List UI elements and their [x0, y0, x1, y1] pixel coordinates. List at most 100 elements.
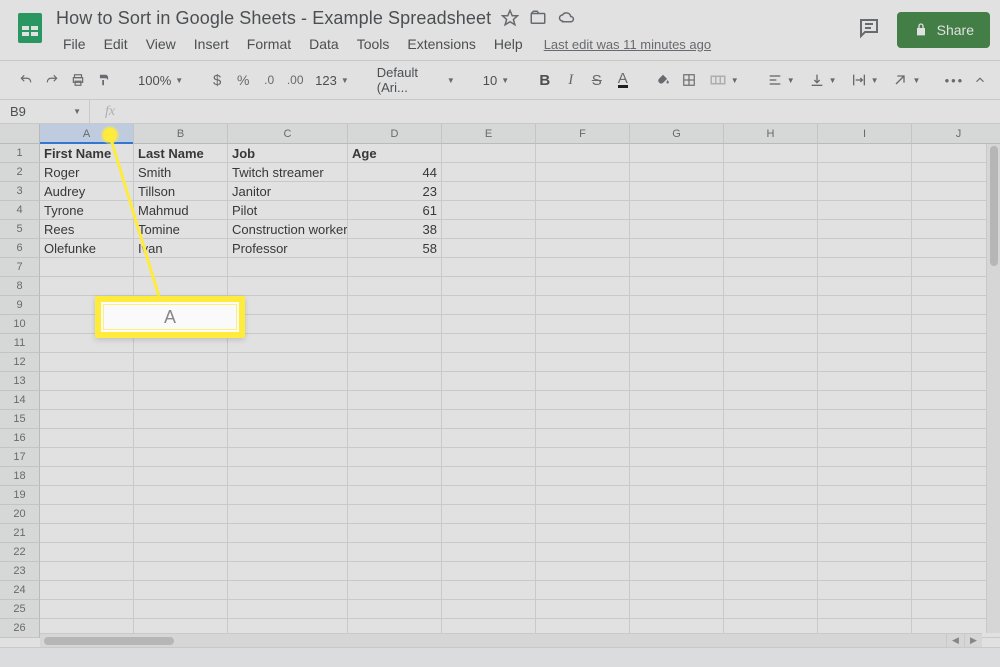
cell-F12[interactable] [536, 353, 630, 372]
cell-G3[interactable] [630, 182, 724, 201]
comments-icon[interactable] [857, 16, 881, 45]
name-box[interactable]: B9▼ [0, 100, 90, 123]
cell-D24[interactable] [348, 581, 442, 600]
cell-F16[interactable] [536, 429, 630, 448]
cell-E4[interactable] [442, 201, 536, 220]
row-head-5[interactable]: 5 [0, 220, 40, 239]
cell-F9[interactable] [536, 296, 630, 315]
cell-G19[interactable] [630, 486, 724, 505]
row-head-11[interactable]: 11 [0, 334, 40, 353]
borders-button[interactable] [677, 67, 701, 93]
cell-D6[interactable]: 58 [348, 239, 442, 258]
cell-H13[interactable] [724, 372, 818, 391]
row-head-19[interactable]: 19 [0, 486, 40, 505]
cell-B16[interactable] [134, 429, 228, 448]
cell-C3[interactable]: Janitor [228, 182, 348, 201]
cell-G24[interactable] [630, 581, 724, 600]
row-head-12[interactable]: 12 [0, 353, 40, 372]
star-icon[interactable] [501, 9, 519, 27]
cell-A5[interactable]: Rees [40, 220, 134, 239]
cell-C17[interactable] [228, 448, 348, 467]
cell-E17[interactable] [442, 448, 536, 467]
cell-D22[interactable] [348, 543, 442, 562]
cell-A21[interactable] [40, 524, 134, 543]
cell-H21[interactable] [724, 524, 818, 543]
cell-D15[interactable] [348, 410, 442, 429]
redo-button[interactable] [40, 67, 64, 93]
text-rotate-button[interactable]: ▼ [886, 68, 926, 92]
cell-F5[interactable] [536, 220, 630, 239]
cell-I9[interactable] [818, 296, 912, 315]
cell-B21[interactable] [134, 524, 228, 543]
bold-button[interactable]: B [533, 67, 557, 93]
cell-G8[interactable] [630, 277, 724, 296]
row-head-3[interactable]: 3 [0, 182, 40, 201]
cell-F4[interactable] [536, 201, 630, 220]
spreadsheet-grid[interactable]: ABCDEFGHIJ1First NameLast NameJobAge2Rog… [0, 124, 1000, 638]
row-head-6[interactable]: 6 [0, 239, 40, 258]
cell-E25[interactable] [442, 600, 536, 619]
col-head-F[interactable]: F [536, 124, 630, 144]
cell-G13[interactable] [630, 372, 724, 391]
cell-A18[interactable] [40, 467, 134, 486]
cell-I16[interactable] [818, 429, 912, 448]
row-head-18[interactable]: 18 [0, 467, 40, 486]
cell-C8[interactable] [228, 277, 348, 296]
doc-title[interactable]: How to Sort in Google Sheets - Example S… [56, 8, 491, 29]
row-head-9[interactable]: 9 [0, 296, 40, 315]
cell-G2[interactable] [630, 163, 724, 182]
cell-A23[interactable] [40, 562, 134, 581]
cell-H11[interactable] [724, 334, 818, 353]
collapse-toolbar-button[interactable] [968, 67, 992, 93]
cell-I10[interactable] [818, 315, 912, 334]
last-edit-link[interactable]: Last edit was 11 minutes ago [544, 37, 711, 52]
cell-I24[interactable] [818, 581, 912, 600]
cell-D10[interactable] [348, 315, 442, 334]
more-toolbar-button[interactable]: ••• [942, 67, 966, 93]
decrease-decimal-button[interactable]: .0 [257, 67, 281, 93]
cell-H9[interactable] [724, 296, 818, 315]
cell-B20[interactable] [134, 505, 228, 524]
formula-input[interactable] [130, 100, 1000, 123]
cell-F21[interactable] [536, 524, 630, 543]
row-head-8[interactable]: 8 [0, 277, 40, 296]
cell-E23[interactable] [442, 562, 536, 581]
move-icon[interactable] [529, 9, 547, 27]
cell-F17[interactable] [536, 448, 630, 467]
cell-B23[interactable] [134, 562, 228, 581]
cell-E2[interactable] [442, 163, 536, 182]
cell-B12[interactable] [134, 353, 228, 372]
cell-D16[interactable] [348, 429, 442, 448]
cell-F13[interactable] [536, 372, 630, 391]
cell-I7[interactable] [818, 258, 912, 277]
cell-E13[interactable] [442, 372, 536, 391]
row-head-17[interactable]: 17 [0, 448, 40, 467]
cell-F23[interactable] [536, 562, 630, 581]
cell-E10[interactable] [442, 315, 536, 334]
hscroll-thumb[interactable] [44, 637, 174, 645]
row-head-26[interactable]: 26 [0, 619, 40, 638]
cell-H20[interactable] [724, 505, 818, 524]
cell-A3[interactable]: Audrey [40, 182, 134, 201]
cell-H3[interactable] [724, 182, 818, 201]
row-head-25[interactable]: 25 [0, 600, 40, 619]
cell-B18[interactable] [134, 467, 228, 486]
cell-B1[interactable]: Last Name [134, 144, 228, 163]
cell-H22[interactable] [724, 543, 818, 562]
cell-D23[interactable] [348, 562, 442, 581]
cell-I3[interactable] [818, 182, 912, 201]
cell-A22[interactable] [40, 543, 134, 562]
cell-F15[interactable] [536, 410, 630, 429]
row-head-14[interactable]: 14 [0, 391, 40, 410]
sheet-tabs[interactable] [0, 647, 1000, 667]
cell-G16[interactable] [630, 429, 724, 448]
text-color-button[interactable]: A [611, 67, 635, 93]
cell-A4[interactable]: Tyrone [40, 201, 134, 220]
cell-A13[interactable] [40, 372, 134, 391]
cell-H1[interactable] [724, 144, 818, 163]
row-head-13[interactable]: 13 [0, 372, 40, 391]
cell-E9[interactable] [442, 296, 536, 315]
col-head-C[interactable]: C [228, 124, 348, 144]
cell-B3[interactable]: Tillson [134, 182, 228, 201]
cell-G22[interactable] [630, 543, 724, 562]
